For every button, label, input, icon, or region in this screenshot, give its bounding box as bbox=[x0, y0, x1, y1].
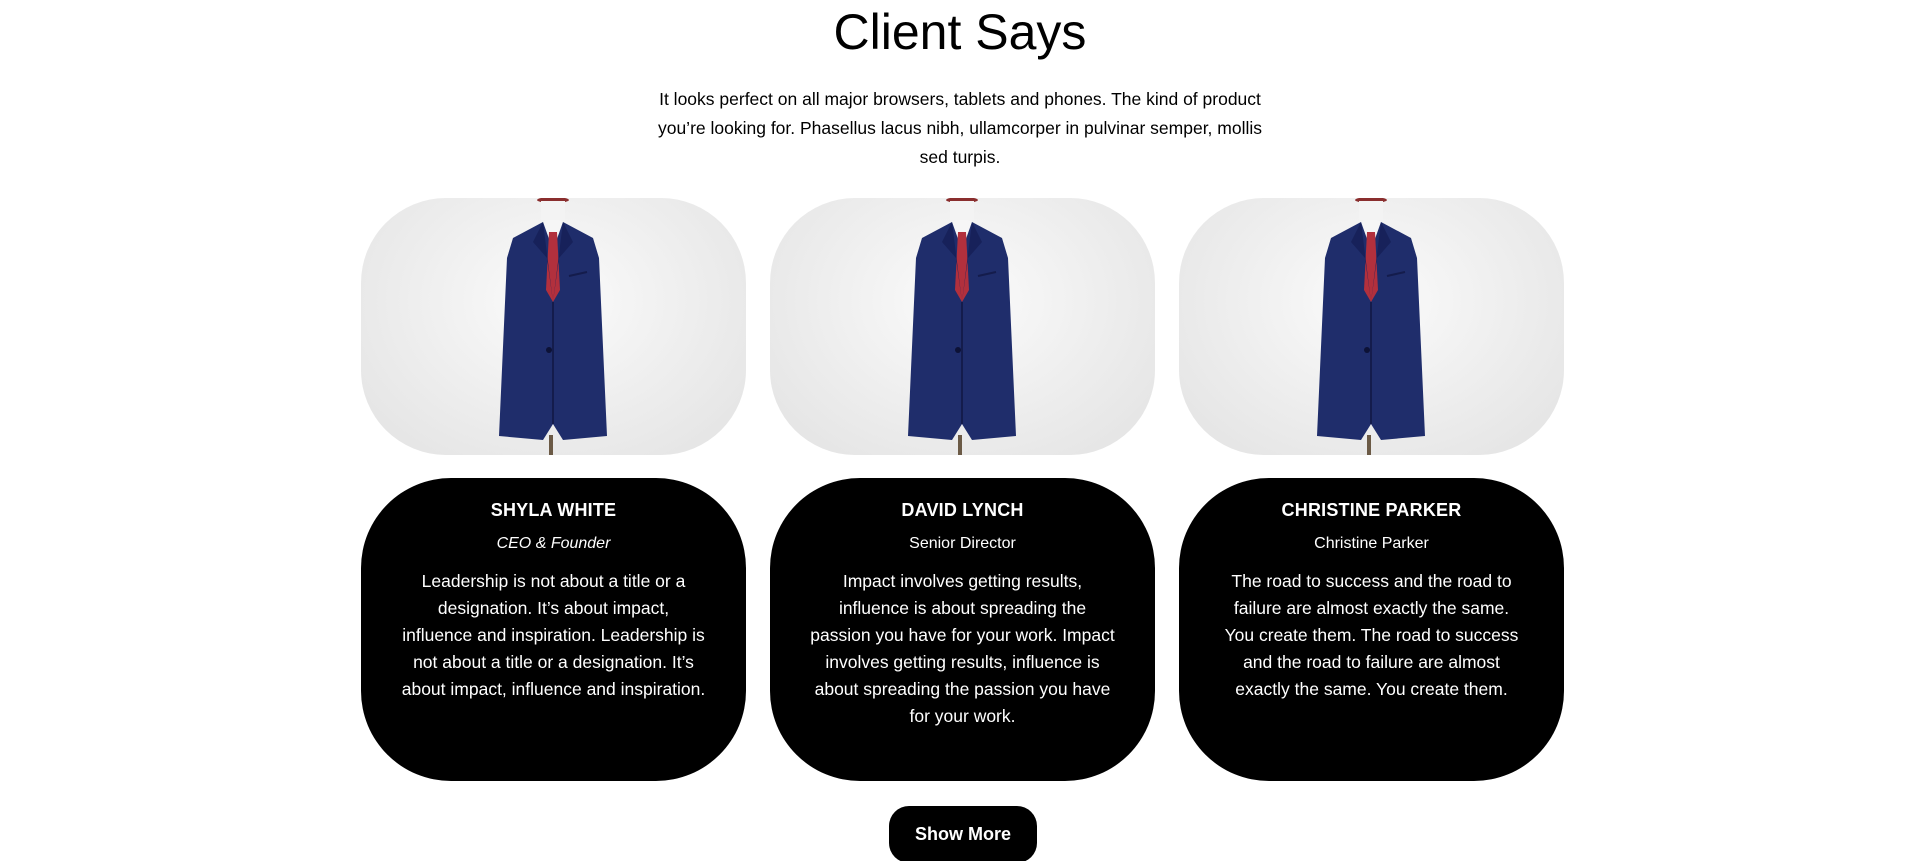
suit-illustration bbox=[499, 198, 607, 455]
testimonial-name: DAVID LYNCH bbox=[901, 500, 1024, 520]
testimonial-card: SHYLA WHITE CEO & Founder Leadership is … bbox=[361, 198, 746, 781]
testimonial-role: Christine Parker bbox=[1314, 535, 1429, 552]
suit-illustration bbox=[1317, 198, 1425, 455]
suit-illustration bbox=[908, 198, 1016, 455]
testimonial-name: CHRISTINE PARKER bbox=[1281, 500, 1462, 520]
testimonial-bio: SHYLA WHITE CEO & Founder Leadership is … bbox=[361, 478, 746, 781]
testimonial-bio: CHRISTINE PARKER Christine Parker The ro… bbox=[1179, 478, 1564, 781]
testimonial-role: CEO & Founder bbox=[496, 535, 611, 552]
testimonial-card: DAVID LYNCH Senior Director Impact invol… bbox=[770, 198, 1155, 781]
section-intro: It looks perfect on all major browsers, … bbox=[657, 89, 1263, 167]
testimonial-card: CHRISTINE PARKER Christine Parker The ro… bbox=[1179, 198, 1564, 781]
testimonial-bio: DAVID LYNCH Senior Director Impact invol… bbox=[770, 478, 1155, 781]
section-title: Client Says bbox=[833, 4, 1087, 60]
testimonial-role: Senior Director bbox=[909, 535, 1016, 552]
show-more-button[interactable]: Show More bbox=[889, 806, 1037, 861]
testimonial-quote: The road to success and the road to fail… bbox=[1224, 571, 1519, 699]
testimonial-photo bbox=[770, 198, 1155, 455]
testimonial-quote: Impact involves getting results, influen… bbox=[810, 571, 1115, 726]
testimonial-quote: Leadership is not about a title or a des… bbox=[401, 571, 706, 699]
testimonial-name: SHYLA WHITE bbox=[490, 500, 617, 520]
testimonial-photo bbox=[1179, 198, 1564, 455]
testimonial-photo bbox=[361, 198, 746, 455]
